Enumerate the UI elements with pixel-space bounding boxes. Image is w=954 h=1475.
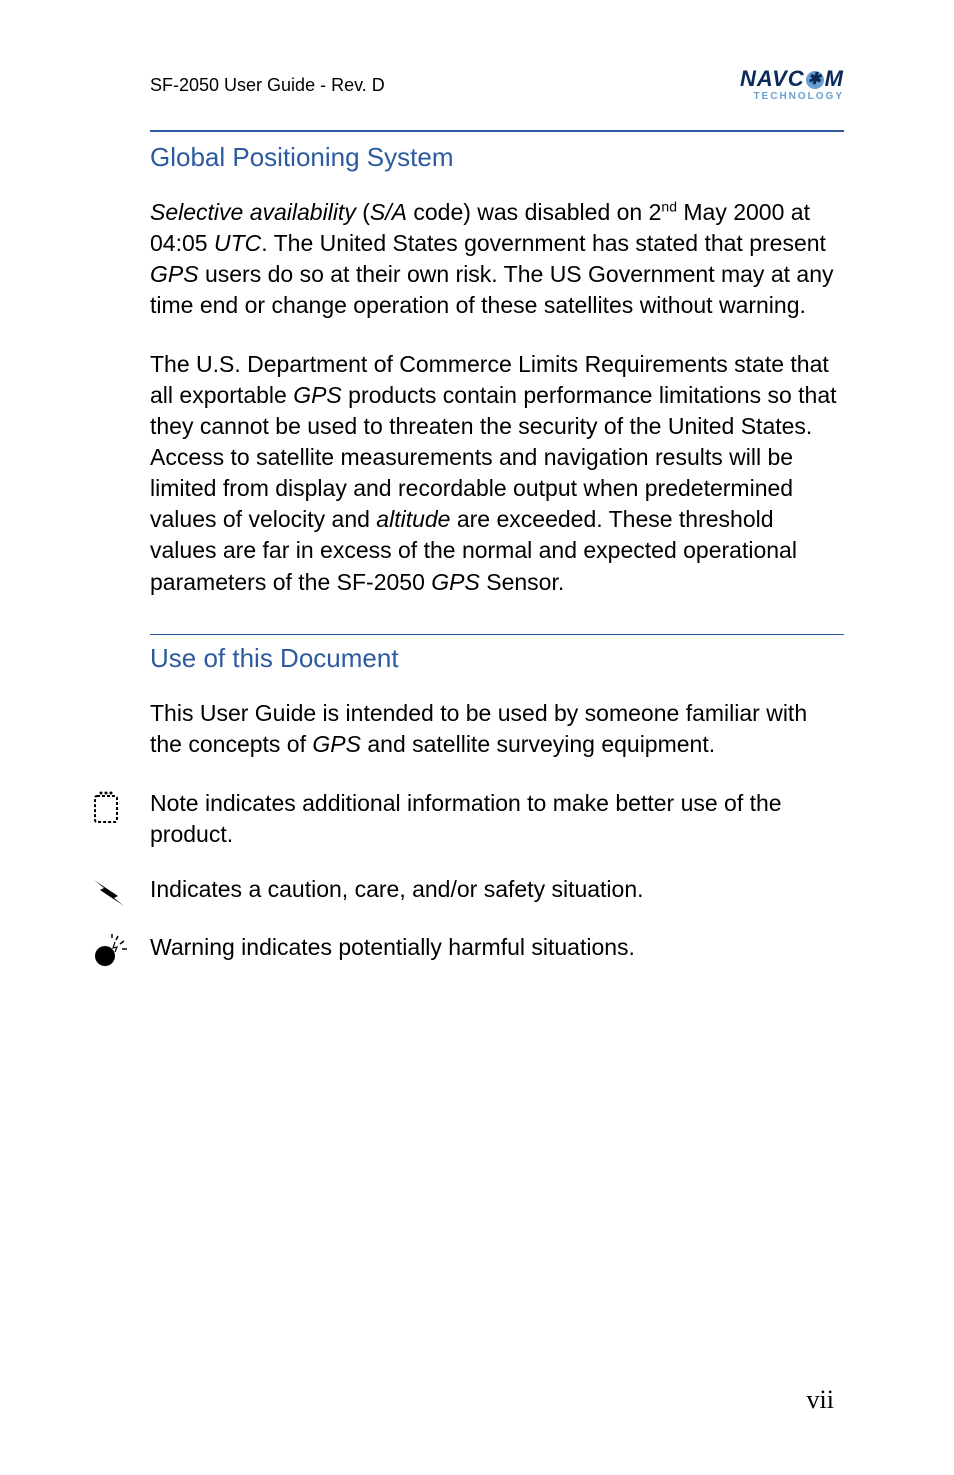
italic-text: UTC: [214, 230, 261, 256]
paragraph-commerce: The U.S. Department of Commerce Limits R…: [150, 349, 844, 597]
paragraph-intended: This User Guide is intended to be used b…: [150, 698, 844, 760]
section-use: Use of this Document This User Guide is …: [150, 634, 844, 968]
caution-row: Indicates a caution, care, and/or safety…: [150, 874, 844, 908]
note-icon: [90, 788, 150, 826]
compass-icon: ✱: [806, 71, 824, 89]
note-row: Note indicates additional information to…: [150, 788, 844, 850]
logo-subtitle: TECHNOLOGY: [740, 92, 844, 102]
italic-text: S/A: [370, 199, 407, 225]
warning-row: Warning indicates potentially harmful si…: [150, 932, 844, 968]
section-gps: Global Positioning System Selective avai…: [150, 142, 844, 598]
text: (: [356, 199, 370, 225]
italic-text: GPS: [150, 261, 199, 287]
italic-text: altitude: [376, 506, 450, 532]
caution-icon: [90, 874, 150, 908]
brand-logo: NAVC✱M TECHNOLOGY: [740, 68, 844, 102]
divider: [150, 634, 844, 635]
superscript-text: nd: [661, 198, 677, 214]
italic-text: GPS: [431, 569, 480, 595]
text: and satellite surveying equipment.: [361, 731, 715, 757]
logo-text-pre: NAVC: [740, 66, 805, 91]
italic-text: GPS: [293, 382, 342, 408]
italic-text: Selective availability: [150, 199, 356, 225]
header-row: SF-2050 User Guide - Rev. D NAVC✱M TECHN…: [150, 68, 844, 102]
italic-text: GPS: [312, 731, 361, 757]
logo-main: NAVC✱M: [740, 68, 844, 90]
caution-text: Indicates a caution, care, and/or safety…: [150, 874, 644, 905]
warning-icon: [90, 932, 150, 968]
paragraph-sa: Selective availability (S/A code) was di…: [150, 197, 844, 321]
text: Sensor.: [480, 569, 564, 595]
note-text: Note indicates additional information to…: [150, 788, 844, 850]
text: users do so at their own risk. The US Go…: [150, 261, 833, 318]
divider: [150, 130, 844, 132]
section-heading-gps: Global Positioning System: [150, 142, 844, 173]
page-number: vii: [807, 1385, 834, 1415]
warning-text: Warning indicates potentially harmful si…: [150, 932, 635, 963]
logo-text-post: M: [825, 66, 844, 91]
text: . The United States government has state…: [261, 230, 826, 256]
text: code) was disabled on 2: [407, 199, 661, 225]
header-title: SF-2050 User Guide - Rev. D: [150, 75, 385, 96]
section-heading-use: Use of this Document: [150, 643, 844, 674]
